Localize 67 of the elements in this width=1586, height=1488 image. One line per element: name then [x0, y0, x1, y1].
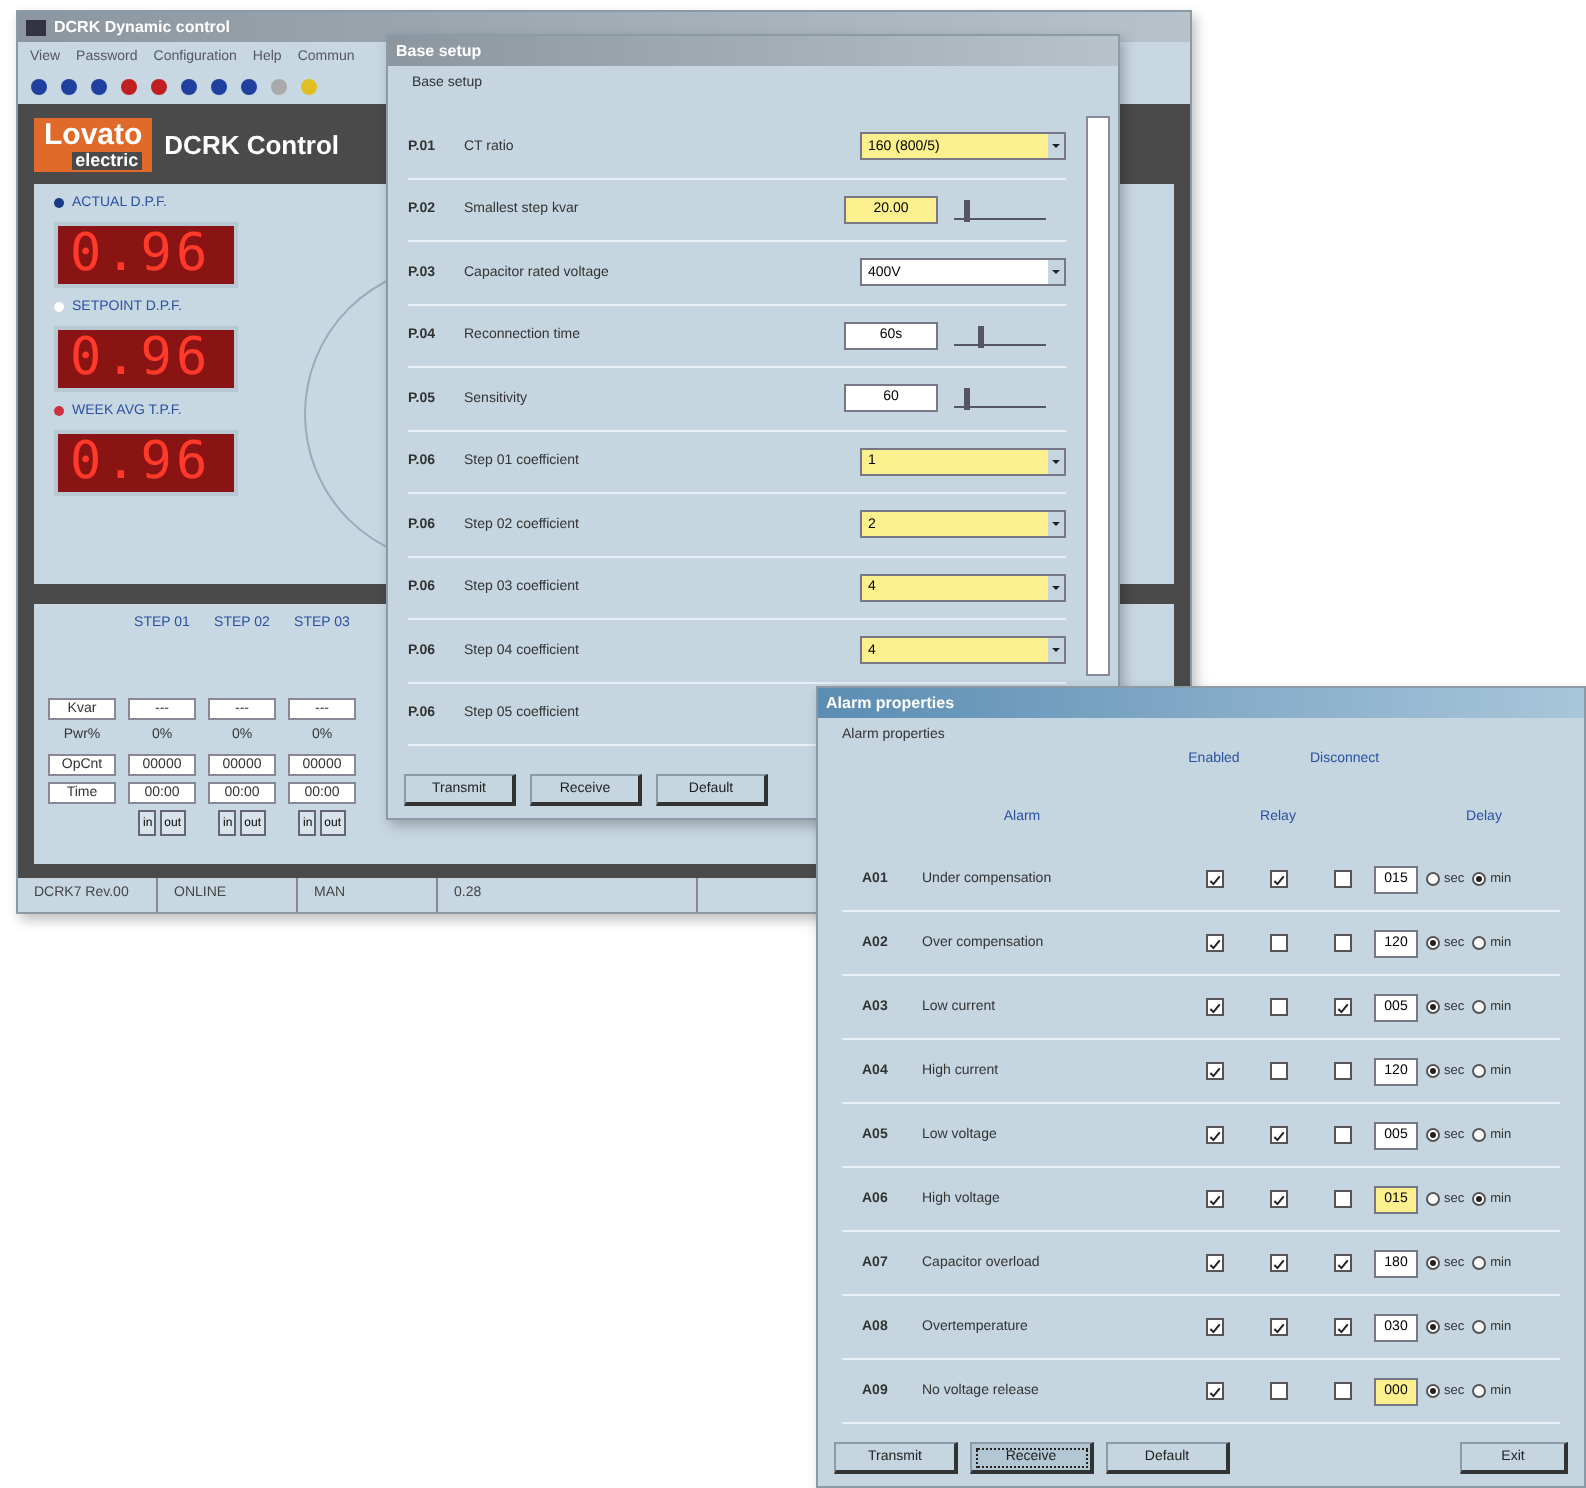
checkbox[interactable]: [1269, 998, 1287, 1016]
radio-button[interactable]: [1426, 1192, 1440, 1206]
header-title: DCRK Control: [164, 129, 340, 159]
led-display: 0.96: [54, 326, 238, 392]
checkbox[interactable]: [1333, 934, 1351, 952]
radio-button[interactable]: [1426, 1064, 1440, 1078]
checkbox[interactable]: [1269, 1318, 1287, 1336]
checkbox[interactable]: [1269, 934, 1287, 952]
window-title: Base setup: [396, 42, 482, 60]
caret-icon: [1048, 575, 1064, 600]
slider[interactable]: [954, 388, 1046, 409]
checkbox[interactable]: [1333, 1382, 1351, 1400]
caret-icon: [1048, 449, 1064, 474]
checkbox[interactable]: [1333, 1126, 1351, 1144]
checkbox[interactable]: [1269, 1382, 1287, 1400]
checkbox[interactable]: [1205, 934, 1223, 952]
radio-button[interactable]: [1472, 1000, 1487, 1014]
checkbox[interactable]: [1205, 1126, 1223, 1144]
checkbox[interactable]: [1333, 1254, 1351, 1272]
radio-button[interactable]: [1426, 1320, 1440, 1334]
slider-thumb[interactable]: [977, 325, 983, 348]
scrollbar[interactable]: [1086, 116, 1110, 676]
radio-button[interactable]: [1426, 1128, 1440, 1142]
radio-button[interactable]: [1426, 1256, 1440, 1270]
checkbox[interactable]: [1333, 1190, 1351, 1208]
radio-button[interactable]: [1472, 872, 1487, 886]
caret-icon: [1048, 260, 1064, 285]
checkbox[interactable]: [1333, 1062, 1351, 1080]
radio-button[interactable]: [1426, 872, 1440, 886]
radio-button[interactable]: [1426, 1384, 1440, 1398]
radio-button[interactable]: [1426, 1000, 1440, 1014]
radio-button[interactable]: [1472, 1320, 1487, 1334]
app-icon: [26, 19, 46, 35]
logo: Lovato electric: [34, 117, 153, 171]
checkbox[interactable]: [1205, 1254, 1223, 1272]
checkbox[interactable]: [1205, 1382, 1223, 1400]
radio-button[interactable]: [1472, 1064, 1487, 1078]
checkbox[interactable]: [1269, 1062, 1287, 1080]
radio-button[interactable]: [1472, 1384, 1487, 1398]
slider-thumb[interactable]: [963, 199, 970, 222]
checkbox[interactable]: [1269, 1190, 1287, 1208]
radio-button[interactable]: [1472, 1128, 1487, 1142]
slider-thumb[interactable]: [963, 388, 970, 411]
radio-button[interactable]: [1472, 1192, 1487, 1206]
slider[interactable]: [954, 325, 1046, 346]
caret-icon: [1048, 638, 1064, 663]
window-title: DCRK Dynamic control: [54, 18, 231, 36]
led-display: 0.96: [54, 222, 238, 288]
checkbox[interactable]: [1333, 870, 1351, 888]
caret-icon: [1048, 512, 1064, 537]
checkbox[interactable]: [1205, 1062, 1223, 1080]
checkbox[interactable]: [1205, 1318, 1223, 1336]
checkbox[interactable]: [1333, 1318, 1351, 1336]
radio-button[interactable]: [1472, 1256, 1487, 1270]
slider[interactable]: [954, 199, 1046, 220]
led-display: 0.96: [54, 430, 238, 496]
checkbox[interactable]: [1269, 1126, 1287, 1144]
caret-icon: [1048, 134, 1064, 159]
checkbox[interactable]: [1205, 1190, 1223, 1208]
window-title: Alarm properties: [826, 694, 955, 712]
radio-button[interactable]: [1426, 936, 1440, 950]
checkbox[interactable]: [1333, 998, 1351, 1016]
checkbox[interactable]: [1269, 1254, 1287, 1272]
radio-button[interactable]: [1472, 936, 1487, 950]
checkbox[interactable]: [1205, 870, 1223, 888]
checkbox[interactable]: [1205, 998, 1223, 1016]
checkbox[interactable]: [1269, 870, 1287, 888]
